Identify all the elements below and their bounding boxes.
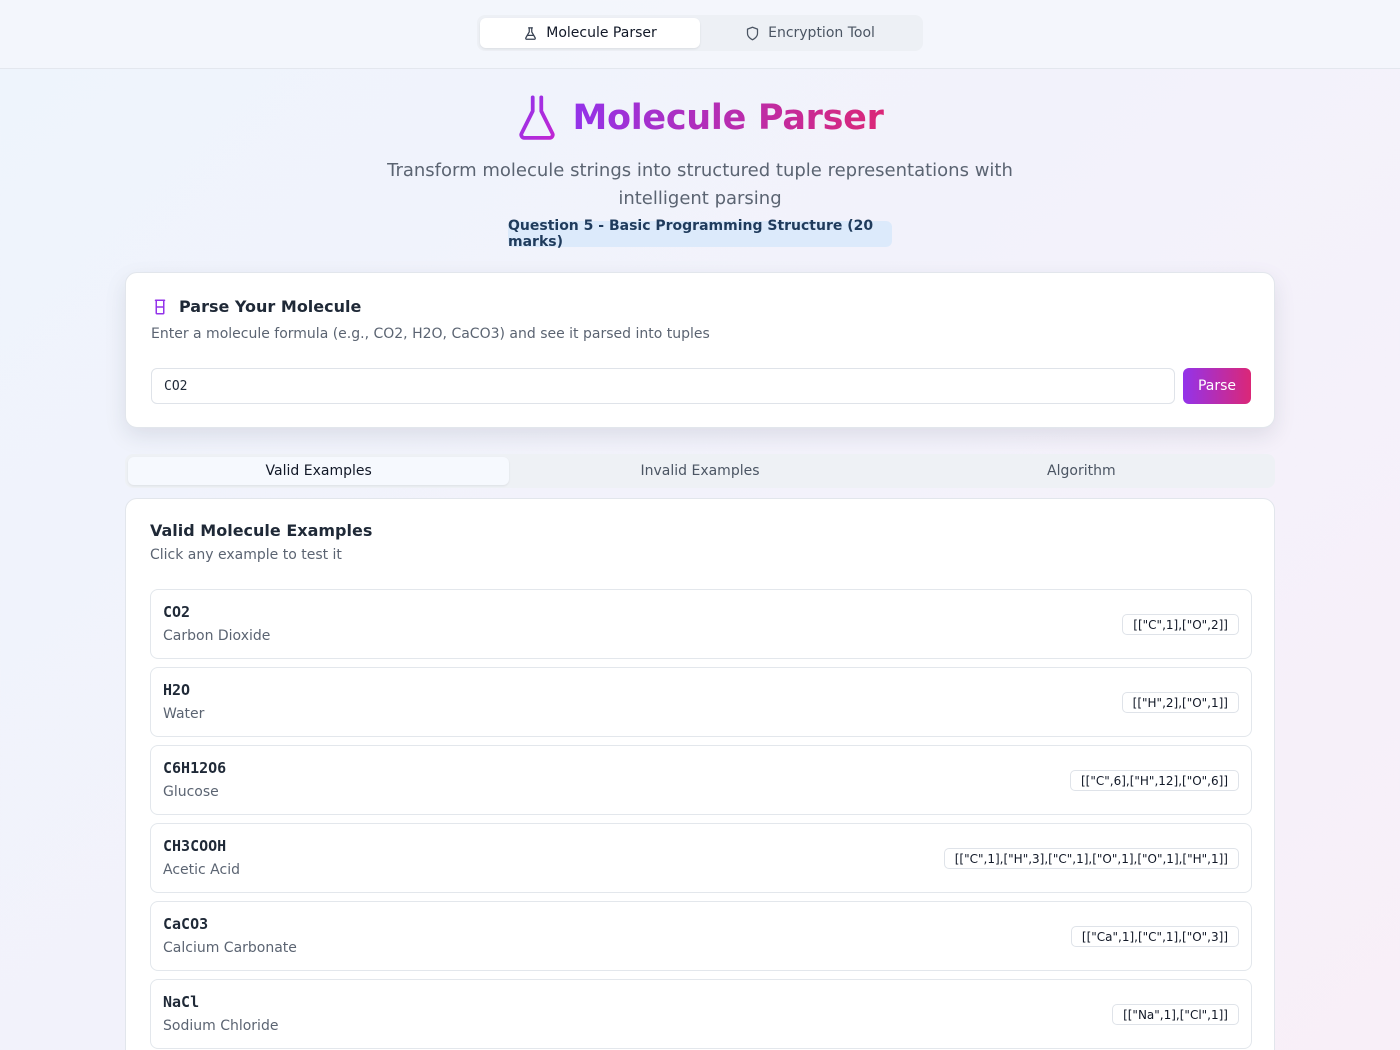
parse-card-title: Parse Your Molecule bbox=[179, 297, 362, 316]
shield-icon bbox=[746, 26, 759, 40]
example-item-caco3[interactable]: CaCO3 Calcium Carbonate [["Ca",1],["C",1… bbox=[150, 901, 1252, 971]
example-name: Glucose bbox=[163, 784, 219, 800]
flask-icon bbox=[525, 26, 537, 40]
tab-valid-examples[interactable]: Valid Examples bbox=[128, 457, 510, 485]
example-name: Carbon Dioxide bbox=[163, 628, 271, 644]
example-name: Calcium Carbonate bbox=[163, 940, 297, 956]
tab-encryption-tool[interactable]: Encryption Tool bbox=[700, 18, 920, 48]
examples-subtitle: Click any example to test it bbox=[150, 547, 342, 563]
parse-molecule-card: Parse Your Molecule Enter a molecule for… bbox=[125, 272, 1275, 428]
tab-molecule-parser[interactable]: Molecule Parser bbox=[480, 18, 700, 48]
example-formula: CH3COOH bbox=[163, 837, 227, 855]
page-title: Molecule Parser bbox=[572, 98, 884, 138]
question-badge: Question 5 - Basic Programming Structure… bbox=[508, 218, 892, 250]
example-formula: H2O bbox=[163, 681, 191, 699]
tab-molecule-parser-label: Molecule Parser bbox=[546, 25, 657, 41]
beaker-icon bbox=[154, 299, 166, 314]
parse-card-description: Enter a molecule formula (e.g., CO2, H2O… bbox=[151, 326, 710, 342]
examples-tab-list: Valid Examples Invalid Examples Algorith… bbox=[125, 454, 1275, 488]
example-formula: C6H12O6 bbox=[163, 759, 227, 777]
example-formula: NaCl bbox=[163, 993, 200, 1011]
top-nav-bar: Molecule Parser Encryption Tool bbox=[0, 0, 1400, 69]
example-item-ch3cooh[interactable]: CH3COOH Acetic Acid [["C",1],["H",3],["C… bbox=[150, 823, 1252, 893]
example-tuple-badge: [["Ca",1],["C",1],["O",3]] bbox=[1070, 926, 1239, 947]
tab-invalid-examples[interactable]: Invalid Examples bbox=[509, 457, 890, 485]
examples-title: Valid Molecule Examples bbox=[150, 521, 373, 540]
example-name: Acetic Acid bbox=[163, 862, 240, 878]
page-subtitle: Transform molecule strings into structur… bbox=[387, 160, 1013, 209]
tab-encryption-tool-label: Encryption Tool bbox=[768, 25, 875, 41]
hero-heading: Molecule Parser bbox=[0, 90, 1400, 146]
example-item-co2[interactable]: CO2 Carbon Dioxide [["C",1],["O",2]] bbox=[150, 589, 1252, 659]
flask-icon bbox=[519, 95, 556, 140]
valid-examples-card: Valid Molecule Examples Click any exampl… bbox=[125, 498, 1275, 1050]
parse-card-header: Parse Your Molecule bbox=[151, 297, 361, 316]
tab-algorithm[interactable]: Algorithm bbox=[891, 457, 1272, 485]
molecule-input[interactable] bbox=[151, 368, 1175, 404]
example-tuple-badge: [["C",1],["O",2]] bbox=[1122, 614, 1239, 635]
example-item-c6h12o6[interactable]: C6H12O6 Glucose [["C",6],["H",12],["O",6… bbox=[150, 745, 1252, 815]
example-name: Water bbox=[163, 706, 205, 722]
example-tuple-badge: [["Na",1],["Cl",1]] bbox=[1112, 1004, 1239, 1025]
example-formula: CO2 bbox=[163, 603, 191, 621]
example-name: Sodium Chloride bbox=[163, 1018, 279, 1034]
examples-list: CO2 Carbon Dioxide [["C",1],["O",2]] H2O… bbox=[150, 589, 1252, 1050]
parse-button[interactable]: Parse bbox=[1183, 368, 1251, 404]
example-item-nacl[interactable]: NaCl Sodium Chloride [["Na",1],["Cl",1]] bbox=[150, 979, 1252, 1049]
example-formula: CaCO3 bbox=[163, 915, 209, 933]
example-tuple-badge: [["C",1],["H",3],["C",1],["O",1],["O",1]… bbox=[943, 848, 1239, 869]
example-item-h2o[interactable]: H2O Water [["H",2],["O",1]] bbox=[150, 667, 1252, 737]
example-tuple-badge: [["H",2],["O",1]] bbox=[1121, 692, 1239, 713]
example-tuple-badge: [["C",6],["H",12],["O",6]] bbox=[1069, 770, 1239, 791]
app-tab-switcher: Molecule Parser Encryption Tool bbox=[477, 15, 923, 51]
